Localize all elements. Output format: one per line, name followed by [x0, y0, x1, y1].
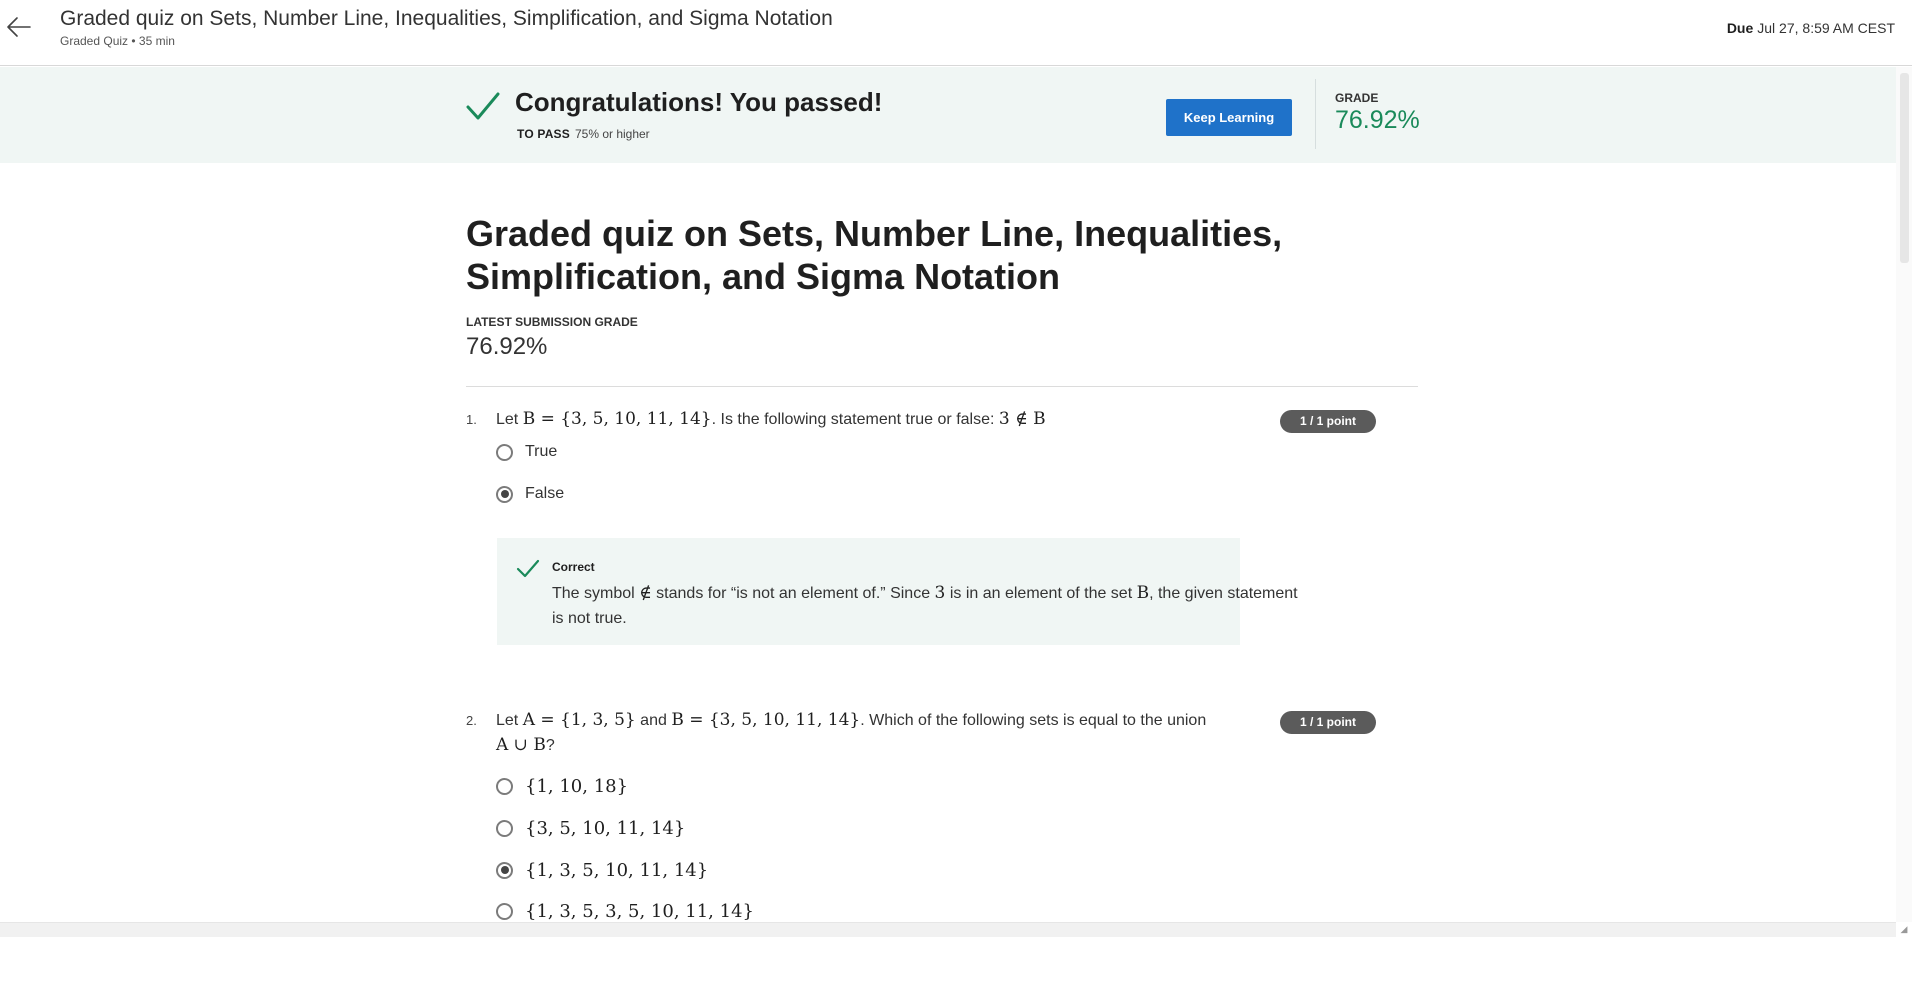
question-number: 1. — [466, 412, 477, 427]
option-label: True — [525, 443, 558, 460]
pass-message: Congratulations! You passed! — [515, 87, 883, 117]
math-symbol: 3 — [934, 583, 946, 603]
checkmark-icon — [466, 92, 500, 120]
feedback-box: Correct The symbol ∉ stands for “is not … — [497, 538, 1298, 645]
banner-divider — [1315, 79, 1316, 149]
feedback-text-part: The symbol — [552, 585, 640, 602]
option-false[interactable]: False — [496, 481, 564, 507]
question-text-part: ? — [545, 737, 555, 754]
scrollbar-thumb[interactable] — [1900, 73, 1909, 263]
pass-banner: Congratulations! You passed! TO PASS 75% … — [0, 67, 1896, 163]
due-label: Due — [1726, 20, 1754, 36]
math-expression: 3 ∉ B — [998, 409, 1046, 429]
back-arrow-icon[interactable] — [4, 12, 34, 42]
question-text-part: Let — [496, 411, 523, 428]
points-badge: 1 / 1 point — [1280, 410, 1376, 433]
radio-button[interactable] — [496, 443, 513, 461]
grade-label: GRADE — [1335, 91, 1379, 105]
feedback-title: Correct — [552, 560, 595, 574]
keep-learning-button[interactable]: Keep Learning — [1166, 99, 1292, 136]
question-text-part: Let — [496, 712, 523, 729]
divider — [466, 386, 1418, 387]
radio-button[interactable] — [496, 819, 513, 837]
top-bar: Graded quiz on Sets, Number Line, Inequa… — [0, 0, 1912, 66]
feedback-text-part: is in an element of the set — [945, 585, 1137, 602]
header-title: Graded quiz on Sets, Number Line, Inequa… — [60, 7, 833, 30]
to-pass-value: 75% or higher — [574, 127, 650, 141]
option-3[interactable]: {1, 3, 5, 10, 11, 14} — [496, 857, 708, 883]
vertical-scrollbar[interactable] — [1896, 67, 1912, 922]
header-subtitle: Graded Quiz • 35 min — [60, 34, 175, 48]
due-date: Due Jul 27, 8:59 AM CEST — [1727, 20, 1895, 36]
radio-button[interactable] — [496, 902, 513, 920]
math-expression: A ∪ B — [496, 735, 546, 755]
question-text: Let B = {3, 5, 10, 11, 14}. Is the follo… — [496, 407, 1216, 432]
option-true[interactable]: True — [496, 439, 557, 465]
math-symbol: ∉ — [639, 583, 652, 603]
option-label: {3, 5, 10, 11, 14} — [525, 817, 686, 839]
option-label: {1, 3, 5, 3, 5, 10, 11, 14} — [525, 900, 754, 922]
grade-value: 76.92% — [1335, 106, 1420, 134]
page-title: Graded quiz on Sets, Number Line, Inequa… — [466, 213, 1283, 297]
radio-button-selected[interactable] — [496, 861, 513, 879]
radio-button-selected[interactable] — [496, 485, 513, 503]
question-text-part: and — [635, 712, 672, 729]
due-value: Jul 27, 8:59 AM CEST — [1757, 20, 1895, 36]
option-2[interactable]: {3, 5, 10, 11, 14} — [496, 815, 685, 841]
latest-grade-value: 76.92% — [466, 333, 548, 360]
scroll-corner-icon: ◢ — [1900, 924, 1908, 934]
option-4[interactable]: {1, 3, 5, 3, 5, 10, 11, 14} — [496, 898, 754, 924]
question-text-part: . Which of the following sets is equal t… — [860, 712, 1207, 729]
checkmark-icon — [516, 559, 540, 578]
feedback-text: The symbol ∉ stands for “is not an eleme… — [552, 581, 1312, 631]
question-text-part: . Is the following statement true or fal… — [711, 411, 999, 428]
option-label: {1, 10, 18} — [525, 775, 629, 797]
question-number: 2. — [466, 713, 477, 728]
pass-threshold: TO PASS 75% or higher — [517, 127, 650, 141]
math-expression: B = {3, 5, 10, 11, 14} — [522, 409, 712, 429]
points-badge: 1 / 1 point — [1280, 711, 1376, 734]
math-symbol: B — [1136, 583, 1150, 603]
feedback-text-part: stands for “is not an element of.” Since — [651, 585, 935, 602]
to-pass-label: TO PASS — [517, 127, 570, 141]
option-label: {1, 3, 5, 10, 11, 14} — [525, 859, 709, 881]
latest-grade-label: LATEST SUBMISSION GRADE — [466, 315, 638, 329]
option-label: False — [525, 485, 565, 502]
math-expression: A = {1, 3, 5} — [522, 710, 636, 730]
radio-button[interactable] — [496, 777, 513, 795]
math-expression: B = {3, 5, 10, 11, 14} — [671, 710, 861, 730]
horizontal-scrollbar[interactable] — [0, 922, 1896, 937]
option-1[interactable]: {1, 10, 18} — [496, 773, 628, 799]
question-text: Let A = {1, 3, 5} and B = {3, 5, 10, 11,… — [496, 708, 1216, 758]
